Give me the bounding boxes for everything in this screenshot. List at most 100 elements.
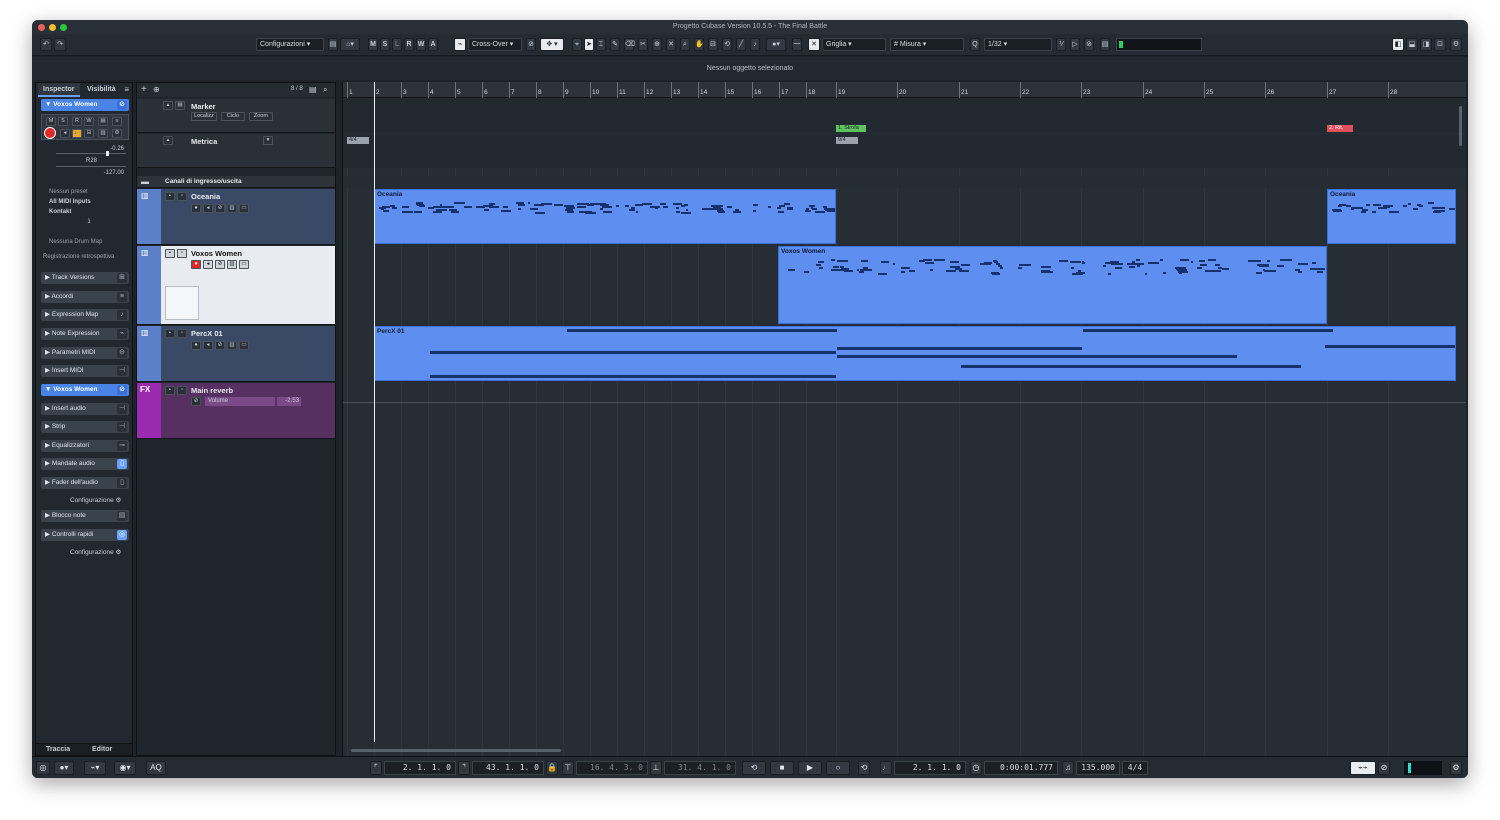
click-toggle-icon[interactable]: ⌁⌁ — [1350, 761, 1376, 775]
tab-inspector[interactable]: Inspector — [38, 83, 80, 97]
comp-tool-icon[interactable]: ⊟ — [708, 38, 718, 51]
midi-channel-field[interactable]: 1 — [41, 218, 129, 227]
hand-tool-icon[interactable]: ✋ — [694, 38, 704, 51]
play-button[interactable]: ▶ — [798, 761, 822, 775]
split-tool-icon[interactable]: ✂ — [638, 38, 648, 51]
percx-solo[interactable]: ▫ — [177, 329, 187, 338]
signature-marker-mid[interactable]: 9/4 — [836, 137, 858, 144]
track-percx[interactable]: ▥ ▪ ▫ PercX 01 ● ◂ ⊘ ▥ ▭ — [137, 326, 335, 382]
redo-icon[interactable]: ↷ — [54, 38, 66, 51]
volume-fader[interactable]: -0.26 — [56, 146, 126, 156]
percx-keys[interactable]: ▥ — [227, 341, 237, 350]
sync-icon[interactable]: ⟲ — [858, 761, 870, 775]
freeze-button[interactable]: ⊟ — [84, 129, 94, 138]
auto-quantize-button[interactable]: AQ — [146, 761, 166, 775]
track-list-icon[interactable]: ▤ — [98, 117, 108, 126]
lock-icon[interactable]: 🔒 — [546, 761, 558, 775]
inspector-menu-icon[interactable]: ≡ — [124, 85, 129, 94]
reverb-param-value[interactable]: -2.53 — [277, 397, 301, 406]
activity-icon[interactable]: ◎ — [36, 761, 50, 775]
signature-dropdown-icon[interactable]: ▾ — [263, 136, 273, 145]
track-color-reverb[interactable]: FX — [137, 383, 161, 438]
section-expression-map[interactable]: ▶ Expression Map ♪ — [41, 309, 129, 321]
right-zone-icon[interactable]: ◨ — [1420, 38, 1432, 51]
mode-m-button[interactable]: M — [368, 38, 378, 51]
voxos-mute[interactable]: ▪ — [165, 249, 175, 258]
horizontal-scrollbar[interactable] — [351, 749, 561, 752]
inspector-audio-header[interactable]: ▼ Voxos Women ⊘ — [41, 384, 129, 396]
layout-icon[interactable]: ▤ — [328, 38, 338, 51]
add-track-icon[interactable]: + — [141, 84, 147, 95]
section-audio-inserts[interactable]: ▶ Insert audio ⊣ — [41, 403, 129, 415]
marker-cycle-button[interactable]: Ciclo — [220, 112, 245, 121]
mixer-zone-icon[interactable]: ⊡ — [1434, 38, 1446, 51]
cycle-button[interactable]: ⟲ — [742, 761, 766, 775]
grid-measure-select[interactable]: # Misura ▾ — [890, 38, 964, 51]
oceania-lane[interactable]: ▭ — [239, 204, 249, 213]
midi-input-field[interactable]: All MIDI Inputs — [41, 198, 129, 207]
voxos-lane[interactable]: ▭ — [239, 260, 249, 269]
marker-zoom-button[interactable]: Zoom — [248, 112, 273, 121]
percx-mute[interactable]: ▪ — [165, 329, 175, 338]
meter-icon[interactable]: ▤ — [1100, 38, 1110, 51]
mute-tool-icon[interactable]: ✕ — [666, 38, 676, 51]
section-track-versions[interactable]: ▶ Track Versions ⊞ — [41, 272, 129, 284]
punch-out-field[interactable]: 31. 4. 1. 0 — [664, 761, 736, 775]
record-enable-button[interactable] — [44, 127, 56, 139]
record-mode-icon[interactable]: ●▾ — [54, 761, 74, 775]
project-window[interactable]: 1 2 3 4 5 6 7 8 9 10 11 12 13 14 15 16 17 18 19 20 21 22 23 24 2… — [342, 82, 1466, 756]
close-window-button[interactable] — [38, 24, 45, 31]
settings-icon[interactable]: ⚙ — [112, 129, 122, 138]
eraser-tool-icon[interactable]: ⌫ — [624, 38, 635, 51]
voxos-keys[interactable]: ▥ — [227, 260, 237, 269]
drum-map-field[interactable]: Nessuna Drum Map — [41, 238, 129, 247]
tempo-field[interactable]: 135.000 — [1076, 761, 1120, 775]
stop-button[interactable]: ■ — [770, 761, 794, 775]
track-oceania[interactable]: ▥ ▪ ▫ Oceania ● ◂ ⊘ ▥ ▭ — [137, 189, 335, 245]
section-quick-controls[interactable]: ▶ Controlli rapidi ◎ — [41, 529, 129, 541]
edit-instrument-icon[interactable]: ⊘ — [117, 100, 127, 110]
ruler[interactable]: 1 2 3 4 5 6 7 8 9 10 11 12 13 14 15 16 17 18 19 20 21 22 23 24 2… — [343, 82, 1466, 98]
minimize-window-button[interactable] — [49, 24, 56, 31]
retrospective-record[interactable]: Registrazione retrospettiva — [41, 253, 129, 262]
track-picture[interactable] — [165, 286, 199, 320]
section-equalizers[interactable]: ▶ Equalizzatori ⊸ — [41, 440, 129, 452]
track-voxos-women[interactable]: ▥ ▪ ▫ Voxos Women ● ◂ ⊘ ▥ ▭ — [137, 246, 335, 325]
folder-track[interactable]: ▬ Canali di ingresso/uscita — [137, 176, 335, 188]
delay-slider[interactable]: -127.00 — [56, 170, 126, 180]
section-note-expression[interactable]: ▶ Note Expression ⌁ — [41, 328, 129, 340]
edit-channel-icon[interactable]: ⊘ — [117, 385, 127, 395]
tab-editor[interactable]: Editor — [92, 746, 112, 753]
mode-l-button[interactable]: L — [392, 38, 402, 51]
window-layout-icon[interactable]: ⌂▾ — [340, 38, 360, 51]
crossover-select[interactable]: Cross-Over ▾ — [468, 38, 522, 51]
track-color-voxos[interactable]: ▥ — [137, 246, 161, 324]
iterative-quantize-icon[interactable]: ⅟ — [1056, 38, 1066, 51]
precount-icon[interactable]: ⊘ — [1378, 761, 1390, 775]
section-audio-fader[interactable]: ▶ Fader dell'audio ▯ — [41, 477, 129, 489]
project-cursor[interactable] — [374, 82, 375, 742]
left-locator-field[interactable]: 2. 1. 1. 0 — [384, 761, 456, 775]
record-button[interactable]: ○ — [826, 761, 850, 775]
mode-s-button[interactable]: S — [380, 38, 390, 51]
marker-localize-button[interactable]: Localizz — [191, 112, 217, 121]
reverb-param-name[interactable]: Volume — [205, 397, 275, 406]
signature-marker-start[interactable]: 4/4 — [347, 137, 369, 144]
signature-lock-icon[interactable]: ▴ — [163, 136, 173, 145]
mode-a-button[interactable]: A — [428, 38, 438, 51]
signature-track[interactable]: ▴ Metrica ▾ — [137, 134, 335, 168]
marker-list-icon[interactable]: ▤ — [175, 101, 185, 110]
percx-lane[interactable]: ▭ — [239, 341, 249, 350]
percx-record[interactable]: ● — [191, 341, 201, 350]
tab-track[interactable]: Traccia — [46, 746, 70, 753]
write-button[interactable]: W — [84, 117, 94, 126]
preset-field[interactable]: Nessun preset — [41, 188, 129, 197]
right-locator-icon[interactable]: ⌝ — [458, 761, 470, 775]
mode-w-button[interactable]: W — [416, 38, 426, 51]
oceania-mute[interactable]: ▪ — [165, 192, 175, 201]
reverb-mute[interactable]: ▪ — [165, 386, 175, 395]
part-voxos-women[interactable]: Voxos Women — [778, 246, 1327, 324]
voxos-edit[interactable]: ⊘ — [215, 260, 225, 269]
quantize-icon[interactable]: ⁓ — [792, 38, 802, 51]
metronome-icon[interactable]: ♩ — [880, 761, 892, 775]
